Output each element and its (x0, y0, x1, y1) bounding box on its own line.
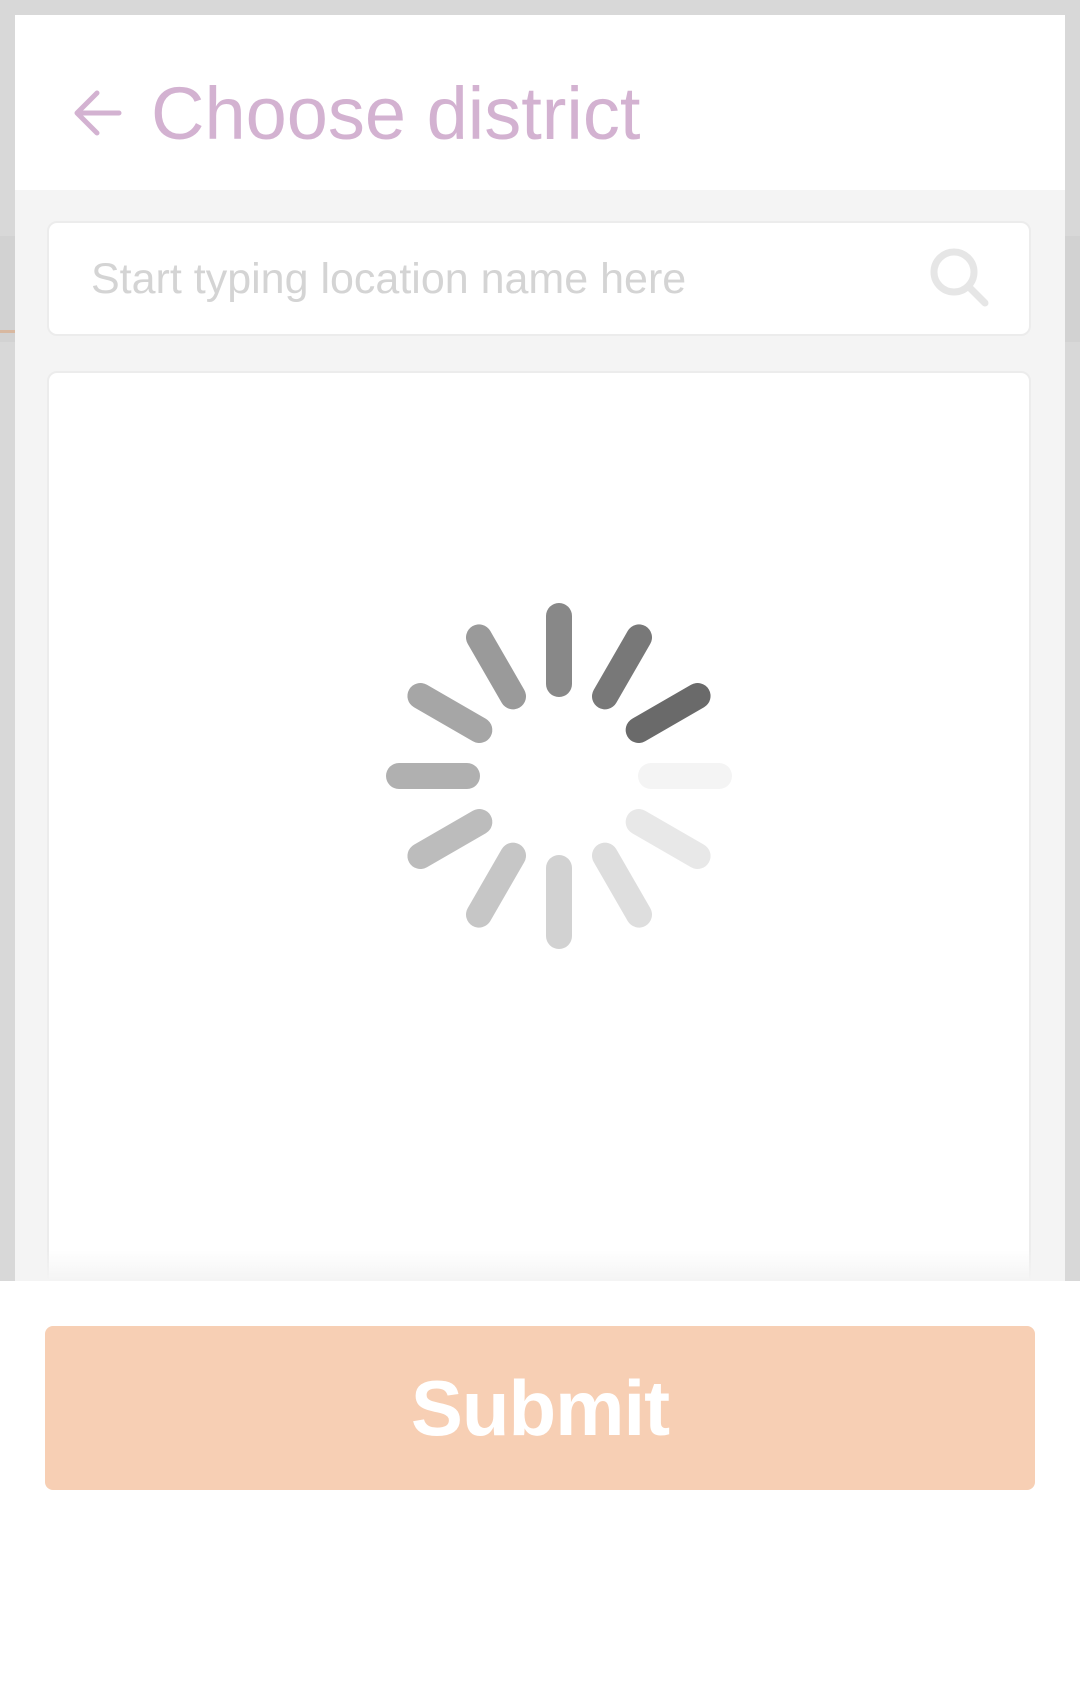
back-button[interactable] (51, 65, 147, 161)
page-title: Choose district (151, 72, 641, 155)
submit-button[interactable]: Submit (45, 1326, 1035, 1490)
spinner-spoke (592, 842, 652, 928)
spinner-spoke (592, 624, 652, 710)
spinner-spoke (386, 763, 480, 789)
spinner-spoke (546, 603, 572, 697)
district-list (47, 371, 1031, 1281)
spinner-spoke (466, 842, 526, 928)
arrow-left-icon (74, 90, 122, 136)
spinner-spoke (625, 809, 711, 869)
search-box[interactable] (47, 221, 1031, 336)
choose-district-dialog: Choose district (15, 15, 1065, 1281)
list-fade (47, 1250, 1031, 1281)
spinner-spoke (546, 855, 572, 949)
search-icon[interactable] (927, 245, 997, 315)
spinner-icon (386, 603, 732, 949)
spinner-spoke (638, 763, 732, 789)
footer: Submit (0, 1281, 1080, 1704)
spinner-spoke (407, 809, 493, 869)
dialog-header: Choose district (15, 15, 1065, 190)
search-input[interactable] (91, 245, 911, 313)
spinner-spoke (407, 683, 493, 743)
spinner-spoke (466, 624, 526, 710)
spinner-spoke (625, 683, 711, 743)
